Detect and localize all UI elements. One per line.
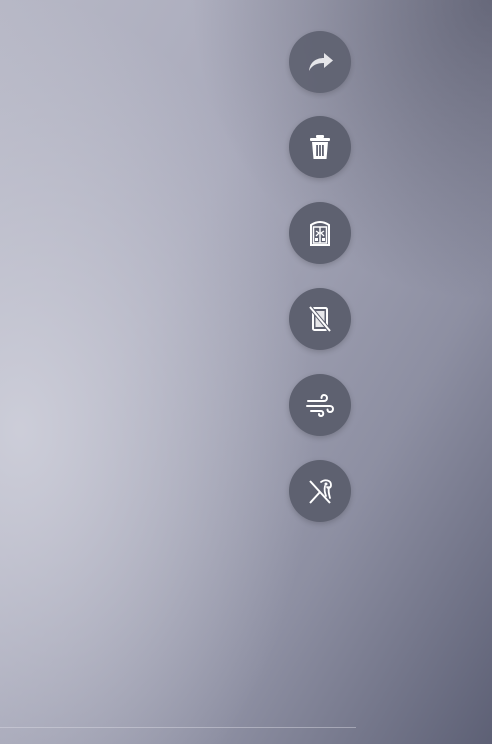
wardrobe-icon — [310, 221, 330, 246]
no-phone-button[interactable] — [289, 288, 351, 350]
share-button[interactable] — [289, 31, 351, 93]
no-phone-icon — [308, 305, 332, 333]
wind-icon — [306, 393, 334, 418]
share-arrow-icon — [309, 53, 333, 71]
no-hair-button[interactable] — [289, 460, 351, 522]
wind-button[interactable] — [289, 374, 351, 436]
no-hair-icon — [309, 479, 332, 504]
screen-background — [0, 0, 492, 744]
delete-button[interactable] — [289, 116, 351, 178]
corner-shade — [0, 0, 492, 744]
trash-icon — [310, 135, 330, 159]
wardrobe-button[interactable] — [289, 202, 351, 264]
bottom-divider — [0, 727, 356, 728]
